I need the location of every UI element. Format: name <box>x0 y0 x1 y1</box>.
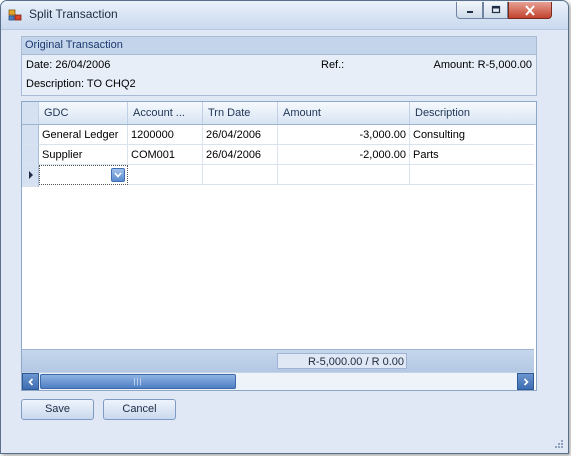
new-row-trn-date[interactable] <box>203 165 278 185</box>
scroll-right-button[interactable] <box>517 373 534 390</box>
cell-account[interactable]: 1200000 <box>128 125 203 145</box>
resize-grip-icon[interactable] <box>554 439 564 449</box>
original-date: Date: 26/04/2006 <box>26 59 111 71</box>
scroll-grip-icon: ||| <box>133 377 143 386</box>
horizontal-scrollbar[interactable]: ||| <box>22 372 534 390</box>
gdc-dropdown-button[interactable] <box>111 168 125 182</box>
new-row-selector[interactable] <box>22 165 39 185</box>
new-row-description[interactable] <box>410 165 534 185</box>
column-header-amount[interactable]: Amount <box>278 102 410 124</box>
cell-trn-date[interactable]: 26/04/2006 <box>203 125 278 145</box>
split-grid: GDC Account ... Trn Date Amount Descript… <box>21 101 537 391</box>
scroll-thumb[interactable]: ||| <box>40 374 236 389</box>
chevron-right-icon <box>523 377 529 386</box>
original-transaction-header: Original Transaction <box>22 37 536 55</box>
cell-amount[interactable]: -3,000.00 <box>278 125 410 145</box>
new-row-account[interactable] <box>128 165 203 185</box>
cell-description[interactable]: Parts <box>410 145 534 165</box>
close-icon <box>525 4 535 16</box>
amount-total: R-5,000.00 / R 0.00 <box>277 353 407 369</box>
title-bar: Split Transaction <box>1 1 568 30</box>
original-amount: Amount: R-5,000.00 <box>433 59 532 71</box>
cell-trn-date[interactable]: 26/04/2006 <box>203 145 278 165</box>
save-button[interactable]: Save <box>21 399 94 420</box>
row-selector-header <box>22 102 39 124</box>
cell-gdc[interactable]: General Ledger <box>39 125 128 145</box>
cancel-button[interactable]: Cancel <box>103 399 176 420</box>
cell-account[interactable]: COM001 <box>128 145 203 165</box>
new-row-gdc-dropdown[interactable] <box>39 165 128 185</box>
close-button[interactable] <box>508 2 552 19</box>
original-description: Description: TO CHQ2 <box>26 78 136 90</box>
column-header-gdc[interactable]: GDC <box>39 102 128 124</box>
scroll-left-button[interactable] <box>22 373 39 390</box>
split-transaction-window: Split Transaction Original Transaction D… <box>0 0 569 454</box>
current-row-arrow-icon <box>29 171 33 179</box>
cell-description[interactable]: Consulting <box>410 125 534 145</box>
split-transaction-icon <box>8 9 22 21</box>
grid-header: GDC Account ... Trn Date Amount Descript… <box>22 102 536 125</box>
chevron-down-icon <box>114 172 122 178</box>
maximize-button[interactable] <box>483 2 508 19</box>
minimize-button[interactable] <box>456 2 483 19</box>
window-title: Split Transaction <box>29 7 118 21</box>
chevron-left-icon <box>27 377 33 386</box>
original-ref: Ref.: <box>321 59 345 71</box>
minimize-icon <box>466 11 473 13</box>
original-transaction-group: Original Transaction Date: 26/04/2006 Re… <box>21 36 537 96</box>
column-header-description[interactable]: Description <box>410 102 534 124</box>
new-row-amount[interactable] <box>278 165 410 185</box>
grid-footer: R-5,000.00 / R 0.00 <box>22 349 534 372</box>
cell-amount[interactable]: -2,000.00 <box>278 145 410 165</box>
cell-gdc[interactable]: Supplier <box>39 145 128 165</box>
column-header-trn-date[interactable]: Trn Date <box>203 102 278 124</box>
row-selector[interactable] <box>22 145 39 165</box>
maximize-icon <box>491 5 500 14</box>
row-selector[interactable] <box>22 125 39 145</box>
column-header-account[interactable]: Account ... <box>128 102 203 124</box>
